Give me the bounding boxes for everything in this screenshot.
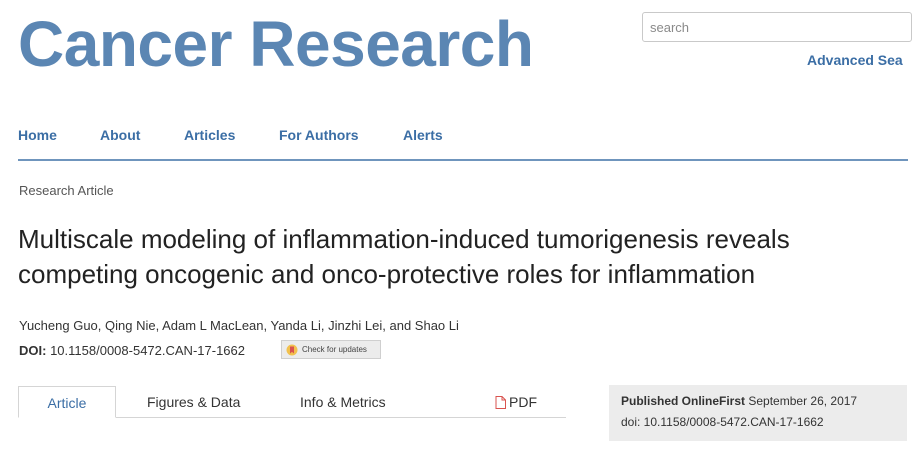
search-input[interactable]: [643, 13, 911, 41]
bookmark-check-icon: [286, 344, 298, 356]
nav-about[interactable]: About: [100, 127, 140, 143]
article-title: Multiscale modeling of inflammation-indu…: [18, 224, 790, 289]
search-box[interactable]: [642, 12, 912, 42]
tab-article[interactable]: Article: [18, 386, 116, 418]
publication-info: Published OnlineFirst September 26, 2017…: [609, 385, 907, 441]
nav-alerts[interactable]: Alerts: [403, 127, 443, 143]
article-tabs: Article Figures & Data Info & Metrics PD…: [18, 386, 566, 418]
doi-label: DOI:: [19, 343, 47, 358]
nav-home[interactable]: Home: [18, 127, 57, 143]
author-list[interactable]: Yucheng Guo, Qing Nie, Adam L MacLean, Y…: [19, 318, 459, 333]
tab-pdf[interactable]: PDF: [495, 386, 537, 418]
tab-pdf-label: PDF: [509, 394, 537, 410]
published-online-first: Published OnlineFirst September 26, 2017: [621, 394, 857, 408]
tab-figures-data[interactable]: Figures & Data: [147, 386, 240, 418]
doi-line: DOI: 10.1158/0008-5472.CAN-17-1662: [19, 343, 245, 358]
check-for-updates-button[interactable]: Check for updates: [281, 340, 381, 359]
site-logo[interactable]: Cancer Research: [18, 4, 534, 84]
doi-value[interactable]: 10.1158/0008-5472.CAN-17-1662: [50, 343, 245, 358]
published-date: September 26, 2017: [748, 394, 858, 408]
publication-doi: doi: 10.1158/0008-5472.CAN-17-1662: [621, 415, 824, 429]
nav-articles[interactable]: Articles: [184, 127, 235, 143]
check-for-updates-label: Check for updates: [302, 345, 367, 354]
nav-for-authors[interactable]: For Authors: [279, 127, 359, 143]
advanced-search-link[interactable]: Advanced Sea: [807, 52, 903, 68]
article-type: Research Article: [19, 183, 114, 198]
published-label: Published OnlineFirst: [621, 394, 746, 408]
pdf-file-icon: [495, 388, 506, 420]
nav-divider: [18, 159, 908, 161]
tab-info-metrics[interactable]: Info & Metrics: [300, 386, 386, 418]
